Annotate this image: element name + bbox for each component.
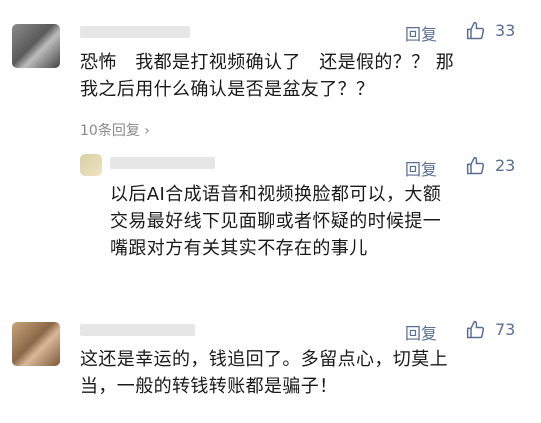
like-count: 33 bbox=[495, 21, 516, 40]
view-replies-link[interactable]: 10条回复 › bbox=[80, 120, 150, 140]
comment-text-line: 当，一般的转钱转账都是骗子！ bbox=[80, 376, 338, 397]
reply-comment: 回复 23 以后AI合成语音和视频换脸都可以，大额 交易最好线下见面聊或者怀疑的… bbox=[0, 150, 541, 300]
comment-text-line: 以后AI合成语音和视频换脸都可以，大额 bbox=[110, 184, 442, 205]
thumbs-up-icon[interactable] bbox=[466, 21, 486, 41]
reply-button[interactable]: 回复 bbox=[405, 21, 437, 45]
avatar[interactable] bbox=[12, 322, 60, 366]
username[interactable] bbox=[110, 157, 215, 169]
username[interactable] bbox=[80, 324, 195, 336]
like-count: 73 bbox=[495, 320, 516, 339]
comment-text-line: 嘴跟对方有关其实不存在的事儿 bbox=[110, 238, 368, 259]
comment-text-line: 我之后用什么确认是否是盆友了？？ bbox=[80, 79, 375, 100]
comment-text-line: 交易最好线下见面聊或者怀疑的时候提一 bbox=[110, 211, 442, 232]
comment: 回复 73 这还是幸运的，钱追回了。多留点心，切莫上 当，一般的转钱转账都是骗子… bbox=[0, 300, 541, 423]
username[interactable] bbox=[80, 26, 190, 38]
reply-button[interactable]: 回复 bbox=[405, 156, 437, 180]
comment-text-line: 恐怖 我都是打视频确认了 还是假的？？ 那 bbox=[80, 52, 455, 73]
thumbs-up-icon[interactable] bbox=[466, 156, 486, 176]
avatar[interactable] bbox=[80, 154, 102, 176]
replies-count-label[interactable]: 10条回复 bbox=[80, 123, 140, 139]
chevron-right-icon: › bbox=[144, 123, 150, 139]
like-count: 23 bbox=[495, 156, 516, 175]
reply-button[interactable]: 回复 bbox=[405, 320, 437, 344]
thumbs-up-icon[interactable] bbox=[466, 320, 486, 340]
comment-text-line: 这还是幸运的，钱追回了。多留点心，切莫上 bbox=[80, 349, 448, 370]
comment: 回复 33 恐怖 我都是打视频确认了 还是假的？？ 那 我之后用什么确认是否是盆… bbox=[0, 0, 541, 150]
avatar[interactable] bbox=[12, 24, 60, 68]
